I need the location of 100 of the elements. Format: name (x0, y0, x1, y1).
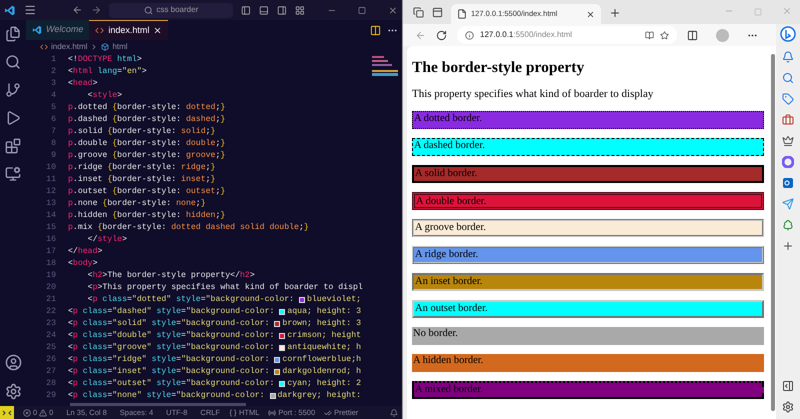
error-icon (23, 408, 31, 416)
code-line: p.dashed {border-style: dashed;} (68, 114, 226, 126)
panel-bottom-icon[interactable] (259, 4, 269, 16)
code-line: p.dotted {border-style: dotted;} (68, 102, 226, 114)
address-bar[interactable]: 127.0.0.1:5500/index.html (457, 26, 677, 44)
add-icon[interactable] (782, 240, 794, 252)
code-line: </style> (86, 234, 127, 246)
sidebar-toggle-icon[interactable] (782, 380, 794, 392)
extensions-icon[interactable] (5, 138, 21, 154)
element-icon (101, 43, 110, 51)
line-number: 18 (45, 258, 57, 270)
workspaces-icon[interactable] (413, 7, 424, 18)
panel-right-icon[interactable] (276, 4, 287, 16)
code-icon (40, 43, 48, 51)
bell-icon[interactable] (390, 408, 398, 416)
monitor-icon[interactable] (5, 166, 21, 182)
color-swatch[interactable] (279, 381, 286, 387)
code-line: p.groove {border-style: groove;} (68, 150, 226, 162)
settings-icon[interactable] (4, 383, 22, 400)
color-swatch[interactable] (274, 357, 280, 363)
branch-icon[interactable] (5, 82, 21, 98)
split-editor-icon[interactable] (370, 24, 381, 36)
files-icon[interactable] (5, 26, 21, 42)
color-swatch[interactable] (279, 345, 286, 351)
color-swatch[interactable] (279, 309, 286, 315)
account-icon[interactable] (4, 354, 22, 371)
color-swatch[interactable] (298, 297, 305, 303)
code-line: <p class="dashed" style="background-color: aqua; height: 3 (68, 306, 362, 318)
bordered-paragraph: A dotted border. (412, 110, 764, 128)
line-number: 6 (50, 114, 57, 126)
maximize-icon[interactable] (358, 6, 366, 14)
line-number: 26 (45, 354, 57, 366)
run-icon[interactable] (5, 110, 21, 126)
back-icon[interactable] (72, 4, 83, 16)
code-icon (95, 26, 104, 35)
command-search-field[interactable]: css boarder (109, 2, 234, 18)
bordered-paragraph: A dashed border. (412, 138, 764, 156)
code-line: <p class="outset" style="background-color: cyan; height: 2 (68, 378, 362, 390)
code-line: <p class="none" style="background-color: darkgrey; height: (68, 390, 362, 402)
menu-icon[interactable] (24, 3, 36, 17)
tab-actions-icon[interactable] (432, 7, 443, 18)
color-swatch[interactable] (279, 333, 286, 339)
copilot-icon[interactable] (780, 26, 796, 42)
split-screen-icon[interactable] (687, 30, 698, 40)
code-line: <head> (68, 78, 98, 90)
horizontal-scrollbar[interactable] (70, 403, 246, 406)
line-number: 15 (45, 222, 57, 234)
breadcrumb-item[interactable]: html (112, 41, 128, 53)
code-line: <p class="inset" style="background-color: darkgoldenrod; h (68, 366, 362, 378)
new-tab-icon[interactable] (609, 7, 621, 19)
remote-icon[interactable] (0, 406, 14, 419)
forward-icon[interactable] (90, 4, 102, 16)
breadcrumb-item[interactable]: index.html (51, 41, 88, 53)
line-number: 19 (45, 270, 57, 282)
bordered-paragraph: A solid border. (412, 164, 764, 182)
line-number: 11 (45, 174, 57, 186)
double-check-icon (324, 408, 332, 416)
editor-tab[interactable]: index.html (89, 20, 168, 40)
line-number: 24 (45, 330, 57, 342)
settings-icon[interactable] (782, 401, 794, 413)
editor-tab[interactable]: Welcome (26, 20, 90, 40)
bordered-paragraph: A mixed border. (412, 380, 764, 398)
line-number: 27 (45, 366, 57, 378)
line-number: 2 (50, 66, 57, 78)
line-number: 4 (50, 90, 57, 102)
panel-left-icon[interactable] (241, 4, 252, 16)
code-line: p.solid {border-style: solid;} (68, 126, 216, 138)
color-swatch[interactable] (270, 393, 276, 399)
code-line: p.mix {border-style: dotted dashed solid double;} (68, 222, 309, 234)
close-icon[interactable] (586, 10, 595, 18)
bordered-paragraph: A ridge border. (412, 246, 764, 264)
layout-icon[interactable] (294, 4, 304, 16)
code-line: p.hidden {border-style: hidden;} (68, 210, 226, 222)
search-icon[interactable] (5, 54, 21, 70)
close-icon[interactable] (153, 26, 162, 35)
url-text: 127.0.0.1:5500/index.html (480, 29, 574, 41)
line-number: 22 (45, 306, 57, 318)
favorite-icon[interactable] (660, 30, 669, 40)
reload-icon[interactable] (436, 30, 447, 40)
warning-icon (39, 408, 48, 416)
line-number: 28 (45, 378, 57, 390)
color-swatch[interactable] (274, 369, 280, 375)
search-text: css boarder (156, 4, 198, 16)
search-icon[interactable] (782, 72, 794, 84)
line-number: 29 (45, 390, 57, 402)
code-line: p.double {border-style: double;} (68, 138, 226, 150)
bordered-paragraph: A groove border. (412, 218, 764, 236)
line-number: 3 (50, 78, 57, 90)
send-icon[interactable] (782, 198, 794, 210)
code-line: <p class="ridge" style="background-color: cornflowerblue;h (68, 354, 362, 366)
color-swatch[interactable] (274, 321, 280, 327)
code-line: p.none {border-style: none;} (68, 198, 206, 210)
broadcast-icon (268, 408, 276, 416)
line-number: 5 (50, 102, 57, 114)
line-number: 12 (45, 186, 57, 198)
bordered-paragraph: A double border. (412, 192, 764, 210)
tree-icon[interactable] (782, 219, 794, 231)
bell-icon[interactable] (782, 51, 794, 63)
tag-icon[interactable] (782, 93, 794, 105)
line-number: 20 (45, 282, 57, 294)
